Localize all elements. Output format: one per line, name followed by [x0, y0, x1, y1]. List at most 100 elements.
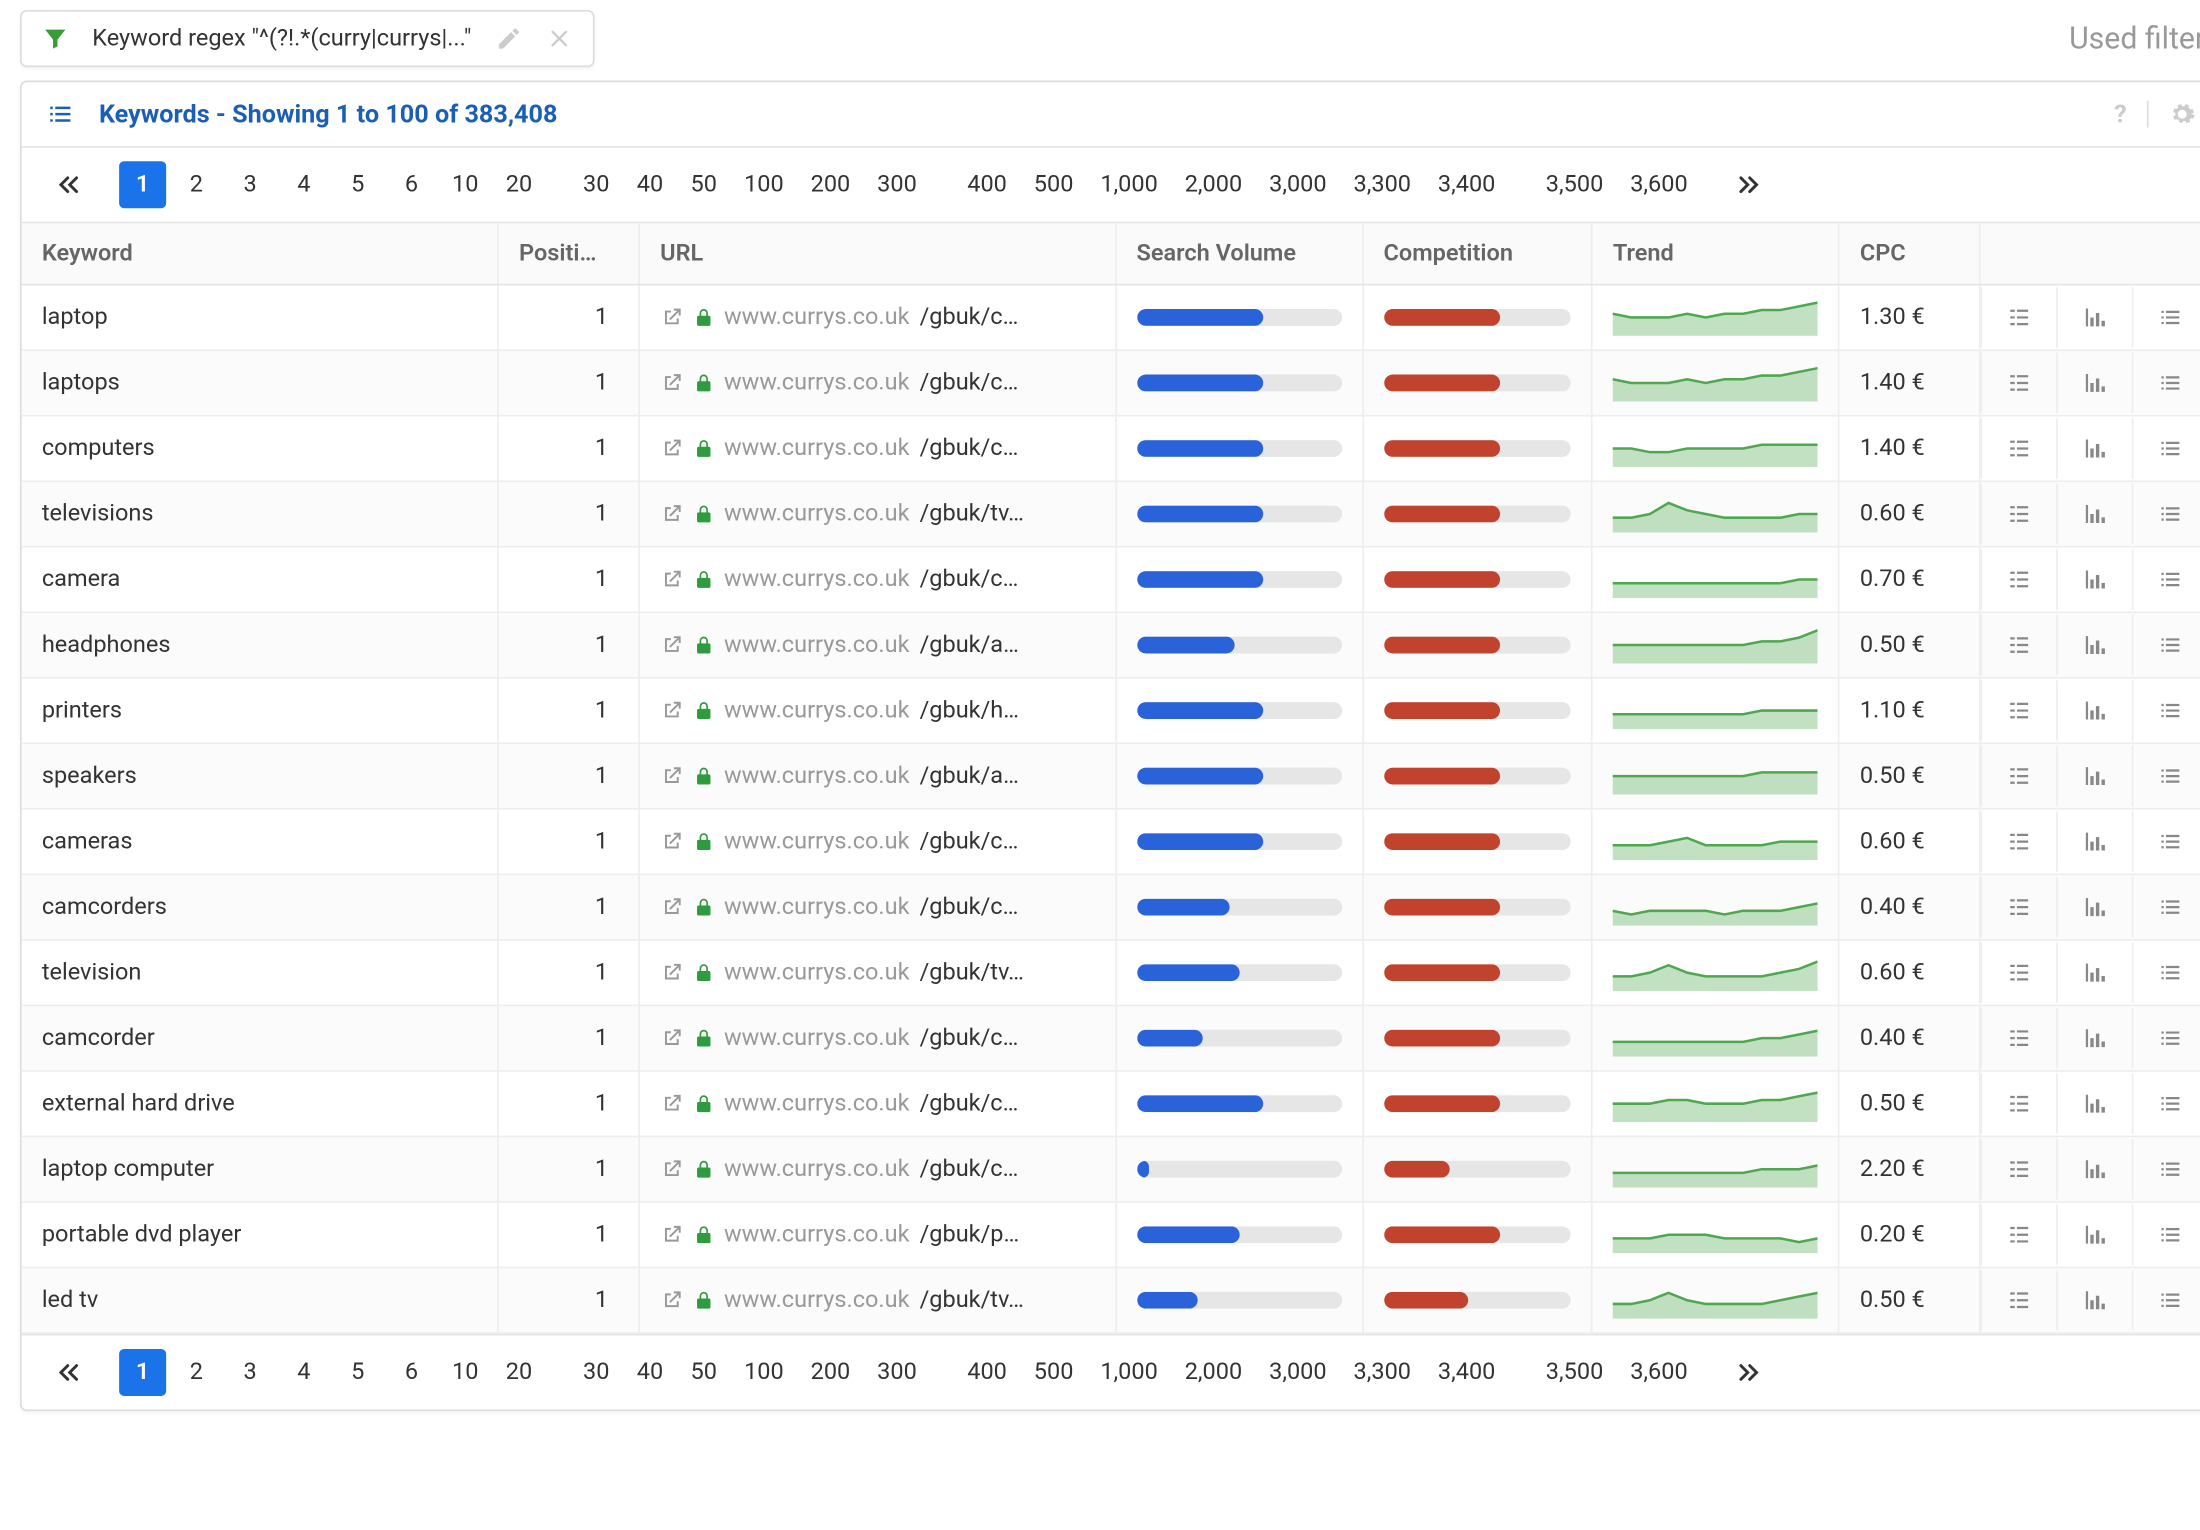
external-link-icon[interactable]: [660, 830, 684, 854]
row-details-button[interactable]: [1981, 484, 2057, 544]
row-list-button[interactable]: [2132, 353, 2200, 413]
gear-icon[interactable]: [2169, 101, 2196, 128]
page-100[interactable]: 100: [734, 1349, 794, 1396]
external-link-icon[interactable]: [660, 568, 684, 592]
cell-keyword[interactable]: television: [22, 940, 498, 1006]
cell-keyword[interactable]: camera: [22, 547, 498, 613]
cell-url[interactable]: www.currys.co.uk/gbuk/c…: [639, 1005, 1115, 1071]
row-list-button[interactable]: [2132, 1073, 2200, 1133]
page-100[interactable]: 100: [734, 161, 794, 208]
row-list-button[interactable]: [2132, 811, 2200, 871]
page-500[interactable]: 500: [1024, 1349, 1084, 1396]
page-3,400[interactable]: 3,400: [1428, 161, 1506, 208]
page-30[interactable]: 30: [573, 1349, 620, 1396]
row-list-button[interactable]: [2132, 942, 2200, 1002]
page-2[interactable]: 2: [173, 161, 220, 208]
cell-url[interactable]: www.currys.co.uk/gbuk/h…: [639, 678, 1115, 744]
row-list-button[interactable]: [2132, 877, 2200, 937]
cell-url[interactable]: www.currys.co.uk/gbuk/p…: [639, 1202, 1115, 1268]
page-40[interactable]: 40: [626, 1349, 673, 1396]
cell-keyword[interactable]: printers: [22, 678, 498, 744]
row-details-button[interactable]: [1981, 746, 2057, 806]
cell-keyword[interactable]: cameras: [22, 809, 498, 875]
cell-url[interactable]: www.currys.co.uk/gbuk/c…: [639, 809, 1115, 875]
page-10[interactable]: 10: [442, 1349, 489, 1396]
page-5[interactable]: 5: [334, 161, 381, 208]
row-list-button[interactable]: [2132, 680, 2200, 740]
page-3,600[interactable]: 3,600: [1620, 1349, 1698, 1396]
cell-keyword[interactable]: laptop: [22, 285, 498, 351]
row-details-button[interactable]: [1981, 1204, 2057, 1264]
page-300[interactable]: 300: [867, 161, 927, 208]
page-3[interactable]: 3: [227, 1349, 274, 1396]
row-list-button[interactable]: [2132, 615, 2200, 675]
page-4[interactable]: 4: [280, 1349, 327, 1396]
row-chart-button[interactable]: [2056, 418, 2132, 478]
external-link-icon[interactable]: [660, 1026, 684, 1050]
external-link-icon[interactable]: [660, 437, 684, 461]
help-icon[interactable]: ?: [2114, 99, 2127, 129]
page-1,000[interactable]: 1,000: [1090, 1349, 1168, 1396]
cell-url[interactable]: www.currys.co.uk/gbuk/c…: [639, 416, 1115, 482]
page-1,000[interactable]: 1,000: [1090, 161, 1168, 208]
page-40[interactable]: 40: [626, 161, 673, 208]
external-link-icon[interactable]: [660, 1288, 684, 1312]
cell-url[interactable]: www.currys.co.uk/gbuk/c…: [639, 874, 1115, 940]
cell-keyword[interactable]: laptop computer: [22, 1136, 498, 1202]
page-400[interactable]: 400: [957, 1349, 1017, 1396]
page-next[interactable]: [1725, 1349, 1772, 1396]
cell-keyword[interactable]: headphones: [22, 612, 498, 678]
external-link-icon[interactable]: [660, 699, 684, 723]
cell-keyword[interactable]: computers: [22, 416, 498, 482]
cell-url[interactable]: www.currys.co.uk/gbuk/c…: [639, 1136, 1115, 1202]
row-details-button[interactable]: [1981, 680, 2057, 740]
page-20[interactable]: 20: [495, 1349, 542, 1396]
row-chart-button[interactable]: [2056, 353, 2132, 413]
external-link-icon[interactable]: [660, 895, 684, 919]
page-3,000[interactable]: 3,000: [1259, 1349, 1337, 1396]
external-link-icon[interactable]: [660, 371, 684, 395]
row-list-button[interactable]: [2132, 484, 2200, 544]
row-chart-button[interactable]: [2056, 942, 2132, 1002]
cell-keyword[interactable]: camcorder: [22, 1005, 498, 1071]
external-link-icon[interactable]: [660, 306, 684, 330]
external-link-icon[interactable]: [660, 764, 684, 788]
page-4[interactable]: 4: [280, 161, 327, 208]
cell-url[interactable]: www.currys.co.uk/gbuk/tv…: [639, 1267, 1115, 1333]
page-3,000[interactable]: 3,000: [1259, 161, 1337, 208]
cell-url[interactable]: www.currys.co.uk/gbuk/c…: [639, 350, 1115, 416]
page-400[interactable]: 400: [957, 161, 1017, 208]
row-list-button[interactable]: [2132, 746, 2200, 806]
col-search-volume[interactable]: Search Volume: [1116, 223, 1363, 284]
page-3[interactable]: 3: [227, 161, 274, 208]
cell-url[interactable]: www.currys.co.uk/gbuk/c…: [639, 1071, 1115, 1137]
row-chart-button[interactable]: [2056, 1139, 2132, 1199]
cell-url[interactable]: www.currys.co.uk/gbuk/tv…: [639, 481, 1115, 547]
external-link-icon[interactable]: [660, 633, 684, 657]
page-2[interactable]: 2: [173, 1349, 220, 1396]
page-300[interactable]: 300: [867, 1349, 927, 1396]
row-chart-button[interactable]: [2056, 877, 2132, 937]
cell-keyword[interactable]: portable dvd player: [22, 1202, 498, 1268]
col-url[interactable]: URL: [639, 223, 1115, 284]
row-details-button[interactable]: [1981, 418, 2057, 478]
row-chart-button[interactable]: [2056, 811, 2132, 871]
page-10[interactable]: 10: [442, 161, 489, 208]
page-2,000[interactable]: 2,000: [1175, 1349, 1253, 1396]
page-200[interactable]: 200: [801, 1349, 861, 1396]
row-chart-button[interactable]: [2056, 484, 2132, 544]
edit-icon[interactable]: [495, 25, 522, 52]
col-keyword[interactable]: Keyword: [22, 223, 498, 284]
page-prev[interactable]: [45, 161, 92, 208]
page-6[interactable]: 6: [388, 1349, 435, 1396]
cell-url[interactable]: www.currys.co.uk/gbuk/c…: [639, 285, 1115, 351]
cell-keyword[interactable]: laptops: [22, 350, 498, 416]
page-20[interactable]: 20: [495, 161, 542, 208]
row-chart-button[interactable]: [2056, 287, 2132, 347]
page-3,300[interactable]: 3,300: [1343, 161, 1421, 208]
page-200[interactable]: 200: [801, 161, 861, 208]
row-details-button[interactable]: [1981, 942, 2057, 1002]
row-list-button[interactable]: [2132, 549, 2200, 609]
external-link-icon[interactable]: [660, 961, 684, 985]
row-chart-button[interactable]: [2056, 1270, 2132, 1330]
